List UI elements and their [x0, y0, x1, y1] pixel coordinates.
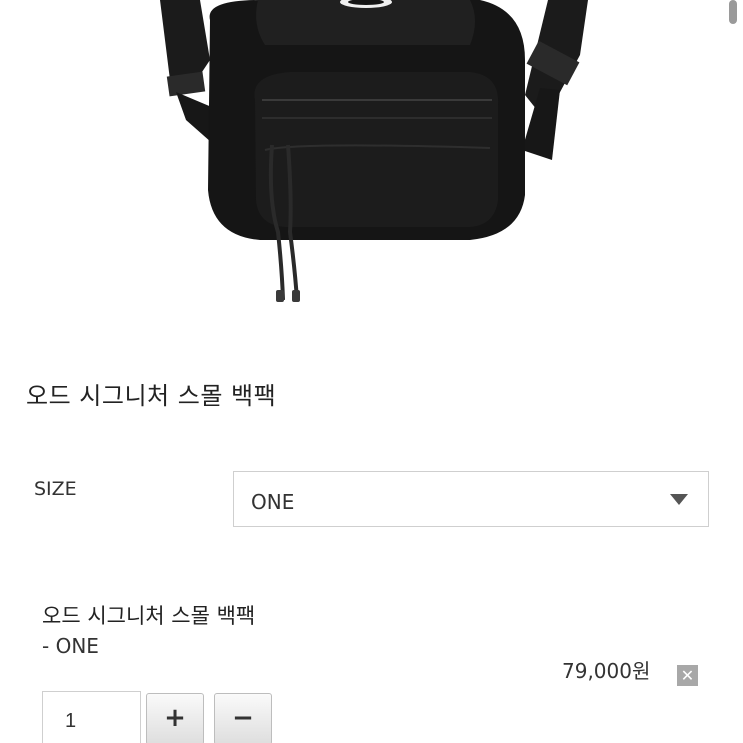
scrollbar[interactable]	[729, 0, 737, 24]
product-title: 오드 시그니처 스몰 백팩	[26, 382, 277, 410]
size-label: SIZE	[34, 478, 77, 500]
selected-item-option: - ONE	[42, 634, 99, 658]
quantity-input[interactable]: 1	[42, 691, 141, 743]
backpack-illustration	[160, 0, 588, 302]
close-icon[interactable]: ✕	[677, 665, 698, 686]
selected-item-price: 79,000원	[562, 659, 651, 683]
plus-icon[interactable]: +	[146, 693, 204, 743]
minus-icon[interactable]: −	[214, 693, 272, 743]
triangle-down-icon	[670, 494, 688, 505]
product-image	[0, 0, 743, 320]
size-select-value: ONE	[251, 490, 295, 514]
size-select[interactable]: ONE	[233, 471, 709, 527]
selected-item-name: 오드 시그니처 스몰 백팩	[42, 604, 256, 628]
